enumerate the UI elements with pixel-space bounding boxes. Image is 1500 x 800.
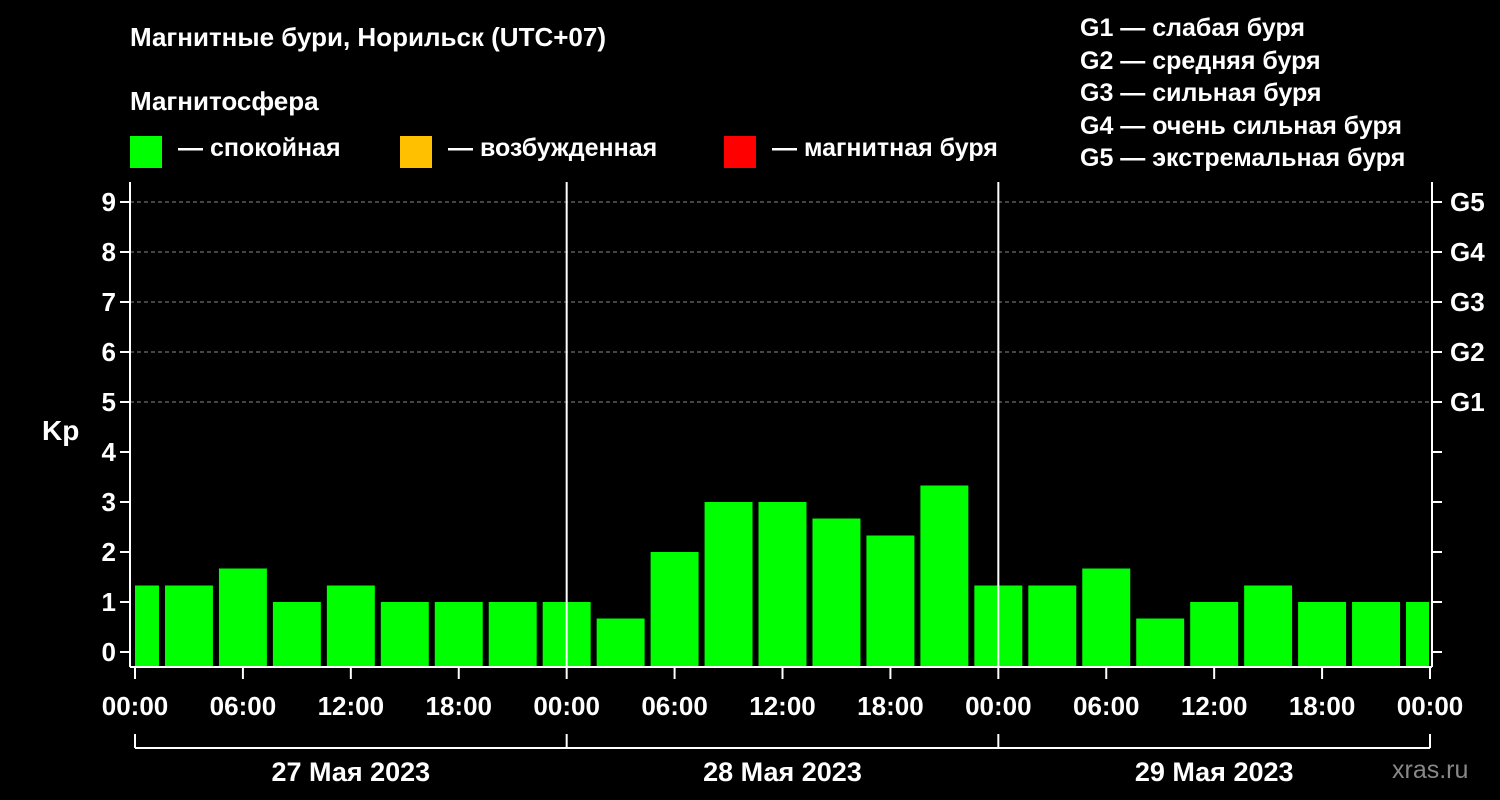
x-tick-label: 00:00 <box>533 691 600 721</box>
bar <box>1406 602 1429 667</box>
y-tick-label: 6 <box>102 337 116 367</box>
g-tick-label: G3 <box>1450 287 1485 317</box>
bar <box>758 502 807 667</box>
bar <box>866 535 915 667</box>
bar <box>704 502 753 667</box>
bar <box>434 602 483 667</box>
y-tick-label: 3 <box>102 487 116 517</box>
y-tick-label: 5 <box>102 387 116 417</box>
bar <box>326 585 375 667</box>
x-tick-label: 00:00 <box>965 691 1032 721</box>
bar <box>1190 602 1239 667</box>
day-label: 27 Мая 2023 <box>271 757 430 787</box>
bar <box>1028 585 1077 667</box>
kp-chart: 0 1 2 3 4 5 6 7 8 9 G1 G2 G3 G4 G5 Kp 00:00 06:00 12:00 18:… <box>42 182 1485 787</box>
bar <box>812 518 861 667</box>
bar <box>380 602 429 667</box>
day-label: 29 Мая 2023 <box>1135 757 1294 787</box>
y-tick-label: 9 <box>102 187 116 217</box>
y-tick-label: 0 <box>102 637 116 667</box>
bar <box>488 602 537 667</box>
x-tick-label: 18:00 <box>426 691 493 721</box>
bar <box>596 618 645 667</box>
y-tick-label: 7 <box>102 287 116 317</box>
x-tick-label: 00:00 <box>1397 691 1464 721</box>
x-tick-label: 12:00 <box>749 691 816 721</box>
x-tick-label: 18:00 <box>857 691 924 721</box>
g-tick-label: G5 <box>1450 187 1485 217</box>
y-axis-label: Kp <box>42 415 79 446</box>
day-label: 28 Мая 2023 <box>703 757 862 787</box>
x-tick-label: 06:00 <box>1073 691 1140 721</box>
bar <box>1136 618 1185 667</box>
x-tick-label: 12:00 <box>1181 691 1248 721</box>
g-tick-label: G1 <box>1450 387 1485 417</box>
g-tick-label: G4 <box>1450 237 1485 267</box>
x-tick-label: 12:00 <box>318 691 385 721</box>
y-tick-label: 8 <box>102 237 116 267</box>
bar <box>218 568 267 667</box>
bar <box>272 602 321 667</box>
bar <box>1244 585 1293 667</box>
x-tick-label: 06:00 <box>210 691 277 721</box>
bar <box>920 485 969 667</box>
y-tick-label: 2 <box>102 537 116 567</box>
bar <box>164 585 213 667</box>
x-tick-label: 18:00 <box>1289 691 1356 721</box>
bar <box>135 585 159 667</box>
watermark: xras.ru <box>1392 756 1469 784</box>
g-tick-label: G2 <box>1450 337 1485 367</box>
bar <box>650 552 699 667</box>
bar <box>1082 568 1131 667</box>
x-tick-label: 06:00 <box>641 691 708 721</box>
bar <box>1352 602 1401 667</box>
y-tick-label: 1 <box>102 587 116 617</box>
y-tick-label: 4 <box>102 437 117 467</box>
x-tick-label: 00:00 <box>102 691 169 721</box>
bar <box>1298 602 1347 667</box>
